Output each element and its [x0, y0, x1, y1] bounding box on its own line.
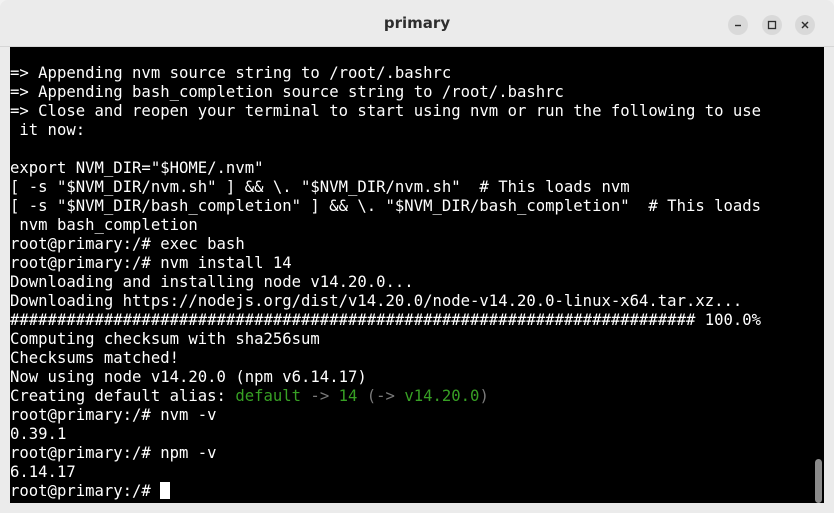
alias-open-paren: (: [357, 387, 377, 405]
output-line: => Appending bash_completion source stri…: [10, 83, 564, 101]
alias-arrow-2: ->: [376, 387, 405, 405]
prompt: root@primary:/#: [10, 482, 161, 500]
minimize-button[interactable]: [728, 15, 748, 35]
alias-prefix: Creating default alias:: [10, 387, 236, 405]
text-cursor: [160, 482, 171, 499]
output-line: root@primary:/# exec bash: [10, 235, 245, 253]
output-line: root@primary:/# nvm -v: [10, 406, 217, 424]
output-line: [ -s "$NVM_DIR/nvm.sh" ] && \. "$NVM_DIR…: [10, 178, 630, 196]
terminal-output: => Appending nvm source string to /root/…: [10, 64, 824, 501]
scrollbar-thumb[interactable]: [815, 459, 822, 503]
terminal-area[interactable]: => Appending nvm source string to /root/…: [10, 47, 824, 503]
maximize-icon: [767, 20, 777, 30]
window-bottom-border: [0, 503, 834, 513]
output-line: => Close and reopen your terminal to sta…: [10, 102, 762, 120]
output-line: root@primary:/# npm -v: [10, 444, 217, 462]
output-line: Checksums matched!: [10, 349, 179, 367]
close-icon: [800, 20, 810, 30]
output-line: 6.14.17: [10, 463, 76, 481]
output-line: nvm bash_completion: [10, 216, 198, 234]
progress-line: ########################################…: [10, 311, 762, 329]
maximize-button[interactable]: [762, 15, 782, 35]
output-line: Now using node v14.20.0 (npm v6.14.17): [10, 368, 367, 386]
alias-arrow: ->: [301, 387, 339, 405]
output-line: 0.39.1: [10, 425, 67, 443]
output-line: [ -s "$NVM_DIR/bash_completion" ] && \. …: [10, 197, 762, 215]
title-bar[interactable]: primary: [0, 0, 834, 47]
minimize-icon: [733, 20, 743, 30]
prompt-line[interactable]: root@primary:/#: [10, 482, 824, 501]
alias-close-paren: ): [479, 387, 489, 405]
output-line: export NVM_DIR="$HOME/.nvm": [10, 159, 264, 177]
close-button[interactable]: [795, 15, 815, 35]
output-line: => Appending nvm source string to /root/…: [10, 64, 452, 82]
output-line: Computing checksum with sha256sum: [10, 330, 320, 348]
output-line: root@primary:/# nvm install 14: [10, 254, 292, 272]
alias-version: 14: [338, 387, 358, 405]
output-line: it now:: [10, 121, 86, 139]
window-title: primary: [383, 14, 451, 32]
alias-line: Creating default alias: default -> 14 (-…: [10, 387, 824, 406]
terminal-window: primary => Appending nvm source string t…: [0, 0, 834, 513]
output-line: Downloading https://nodejs.org/dist/v14.…: [10, 292, 743, 310]
alias-resolved-version: v14.20.0: [404, 387, 480, 405]
output-line: Downloading and installing node v14.20.0…: [10, 273, 414, 291]
alias-name: default: [235, 387, 302, 405]
